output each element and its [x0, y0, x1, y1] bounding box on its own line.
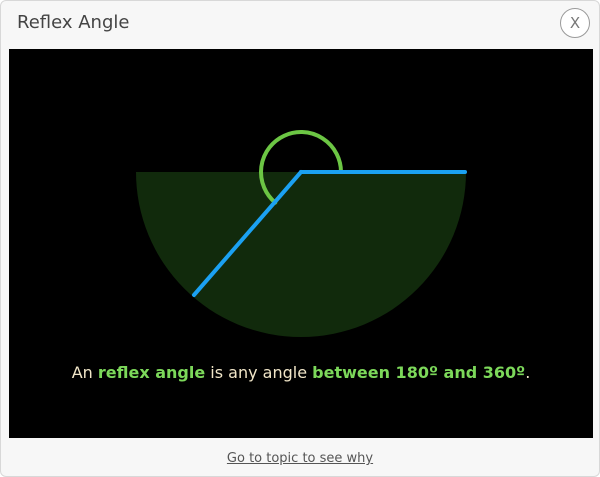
dialog-header: Reflex Angle X — [1, 1, 599, 48]
caption-highlight-range: between 180º and 360º — [312, 363, 526, 382]
definition-caption: An reflex angle is any angle between 180… — [9, 363, 593, 382]
diagram-stage: An reflex angle is any angle between 180… — [9, 49, 593, 438]
caption-highlight-reflex-angle: reflex angle — [97, 363, 206, 382]
dialog-window: Reflex Angle X An reflex angle is any an… — [0, 0, 600, 477]
angle-vertex — [299, 170, 303, 174]
dialog-title: Reflex Angle — [17, 12, 130, 33]
caption-text-1: An — [71, 363, 98, 382]
close-button[interactable]: X — [560, 8, 590, 38]
angle-sector — [136, 172, 466, 337]
caption-text-2: is any angle — [205, 363, 313, 382]
go-to-topic-link[interactable]: Go to topic to see why — [1, 451, 599, 466]
caption-text-3: . — [525, 363, 531, 382]
